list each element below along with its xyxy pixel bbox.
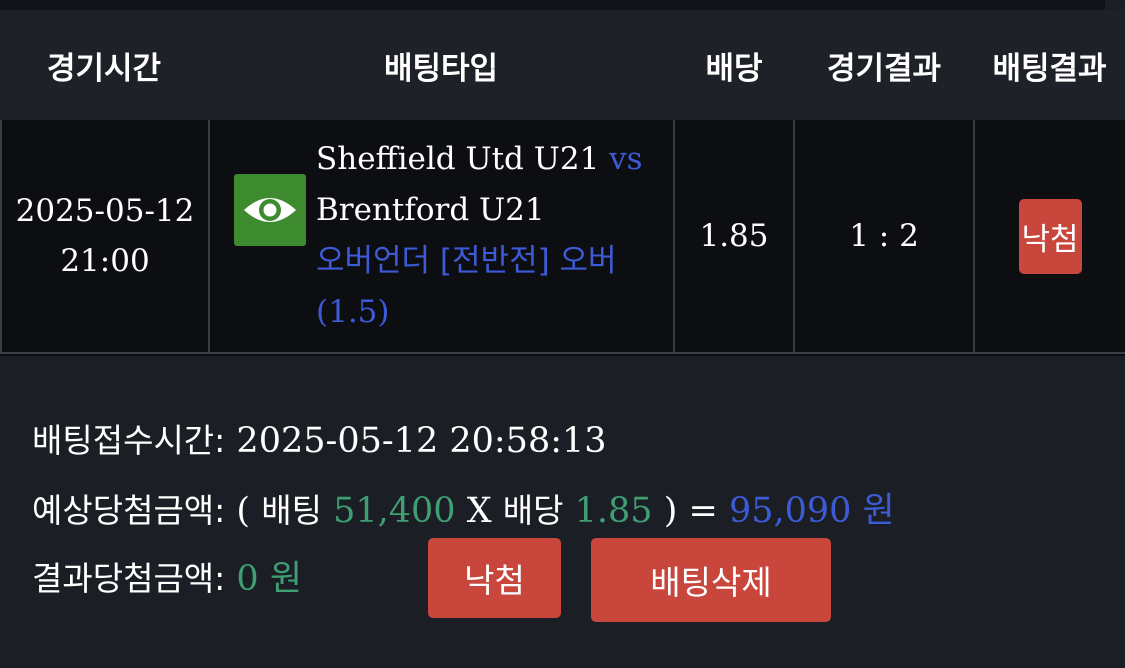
bet-description: Sheffield Utd U21 vs Brentford U21 오버언더 … <box>316 134 656 338</box>
top-strip <box>0 0 1125 10</box>
score: 1 : 2 <box>849 218 919 254</box>
result-badge: 낙첨 <box>1018 198 1082 274</box>
result-win-label: 결과당첨금액: <box>32 559 226 598</box>
away-team: Brentford U21 <box>316 192 545 228</box>
open-paren: ( <box>236 491 251 531</box>
market-name: 오버언더 [전반전] 오버 <box>316 243 617 279</box>
expected-win-label: 예상당첨금액: <box>32 491 226 530</box>
odds-cell: 1.85 <box>675 120 795 354</box>
header-game-result: 경기결과 <box>826 50 942 87</box>
odds-word: 배당 <box>502 491 564 530</box>
expected-win-line: 예상당첨금액: ( 배팅 51,400 X 배당 1.85 ) = 95,090… <box>32 482 895 533</box>
odds-amount: 1.85 <box>574 491 653 531</box>
accept-time-label: 배팅접수시간: <box>32 421 226 460</box>
header-bet-type: 배팅타입 <box>383 50 499 87</box>
accept-time-value: 2025-05-12 20:58:13 <box>236 421 607 461</box>
table-row: 2025-05-12 21:00 Sheffield Utd U21 vs Br… <box>0 120 1125 356</box>
delete-bet-button[interactable]: 배팅삭제 <box>591 538 831 622</box>
odds-value: 1.85 <box>699 218 769 254</box>
top-strip-gap <box>1105 0 1125 10</box>
close-paren-equals: ) = <box>663 491 718 531</box>
expected-amount: 95,090 원 <box>728 491 895 531</box>
vs-label: vs <box>609 141 643 177</box>
market-line: (1.5) <box>316 294 390 330</box>
game-time-cell: 2025-05-12 21:00 <box>0 120 210 354</box>
status-button[interactable]: 낙첨 <box>428 538 561 618</box>
header-bet-result: 배팅결과 <box>992 50 1107 87</box>
game-date: 2025-05-12 <box>15 193 195 229</box>
game-result-cell: 1 : 2 <box>795 120 975 354</box>
header-game-time: 경기시간 <box>46 50 162 87</box>
game-time: 21:00 <box>60 243 150 279</box>
header-odds: 배당 <box>705 50 763 87</box>
result-win-line: 결과당첨금액: 0 원 <box>32 550 302 601</box>
bet-type-cell: Sheffield Utd U21 vs Brentford U21 오버언더 … <box>210 120 675 354</box>
bet-amount: 51,400 <box>333 491 456 531</box>
home-team: Sheffield Utd U21 <box>316 141 600 177</box>
eye-icon[interactable] <box>234 174 306 246</box>
table-header: 경기시간 배팅타입 배당 경기결과 배팅결과 <box>0 10 1125 120</box>
times-sign: X <box>466 491 492 531</box>
bet-result-cell: 낙첨 <box>975 120 1125 354</box>
accept-time-line: 배팅접수시간: 2025-05-12 20:58:13 <box>32 414 607 462</box>
bet-word: 배팅 <box>261 491 322 530</box>
result-amount: 0 원 <box>236 559 303 599</box>
